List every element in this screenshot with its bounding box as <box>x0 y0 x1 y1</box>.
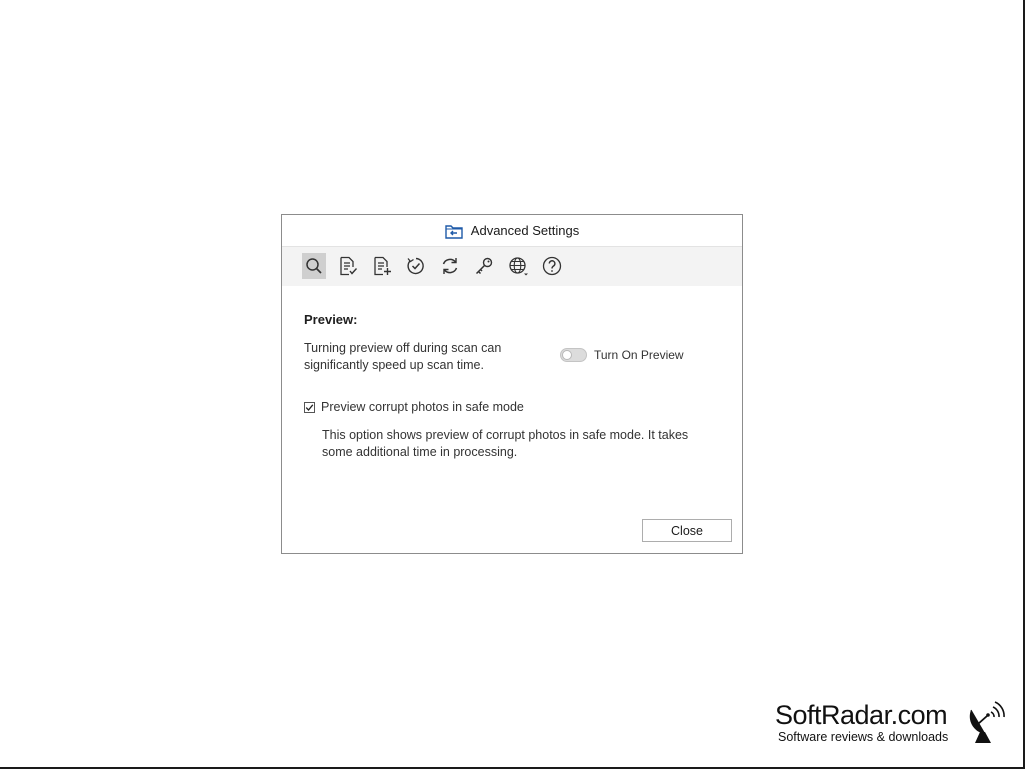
tab-resume-recovery[interactable] <box>404 253 428 279</box>
tab-preview-search[interactable] <box>302 253 326 279</box>
dialog-titlebar: Advanced Settings <box>282 215 742 247</box>
toggle-knob <box>562 350 572 360</box>
refresh-icon <box>442 258 458 274</box>
tab-add-file-type[interactable] <box>370 253 394 279</box>
checkmark-icon <box>305 403 314 411</box>
screen: Advanced Settings Preview: Turning previ… <box>0 0 1025 769</box>
help-icon <box>542 256 562 276</box>
settings-toolbar <box>282 247 742 286</box>
document-check-icon <box>340 256 358 276</box>
key-icon <box>475 257 493 275</box>
satellite-dish-icon <box>969 701 1005 743</box>
tab-file-list[interactable] <box>336 253 360 279</box>
watermark: SoftRadar.com Software reviews & downloa… <box>775 700 1010 748</box>
tab-help[interactable] <box>540 253 564 279</box>
tab-update[interactable] <box>438 253 462 279</box>
safe-mode-note: This option shows preview of corrupt pho… <box>322 428 689 459</box>
document-add-icon <box>374 256 391 276</box>
search-icon <box>306 258 322 274</box>
advanced-settings-dialog: Advanced Settings Preview: Turning previ… <box>281 214 743 554</box>
dialog-title: Advanced Settings <box>470 223 580 238</box>
tab-language[interactable] <box>506 253 530 279</box>
preview-toggle[interactable] <box>560 348 587 362</box>
preview-toggle-row: Turn On Preview <box>560 348 684 362</box>
folder-back-icon <box>445 223 463 239</box>
safe-mode-checkbox[interactable] <box>304 401 315 413</box>
safe-mode-label: Preview corrupt photos in safe mode <box>321 400 524 414</box>
globe-icon <box>509 257 528 276</box>
preview-description: Turning preview off during scan can sign… <box>304 341 502 372</box>
preview-heading: Preview: <box>304 312 358 327</box>
safe-mode-row: Preview corrupt photos in safe mode <box>304 400 524 414</box>
watermark-name: SoftRadar.com <box>775 700 948 730</box>
tab-registration[interactable] <box>472 253 496 279</box>
close-button[interactable]: Close <box>642 519 732 542</box>
circle-check-icon <box>407 257 424 275</box>
watermark-tagline: Software reviews & downloads <box>778 730 949 744</box>
preview-toggle-label: Turn On Preview <box>594 348 684 362</box>
